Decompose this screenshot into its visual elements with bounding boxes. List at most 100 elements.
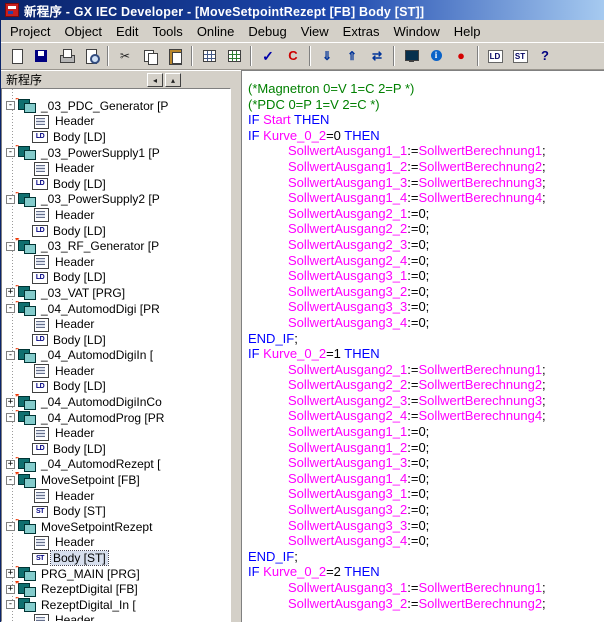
expand-icon[interactable]: + xyxy=(6,398,15,407)
tree-item-label: Body [LD] xyxy=(51,224,108,238)
collapse-icon[interactable]: - xyxy=(6,101,15,110)
tree-item[interactable]: STBody [ST] xyxy=(2,550,230,566)
collapse-icon[interactable]: - xyxy=(6,242,15,251)
tree-item[interactable]: -*_04_AutomodDigi [PR xyxy=(2,301,230,317)
tree-item[interactable]: -*_03_RF_Generator [P xyxy=(2,238,230,254)
code-line: SollwertAusgang1_4:=SollwertBerechnung4; xyxy=(248,190,604,206)
collapse-icon[interactable]: - xyxy=(6,351,15,360)
menu-debug[interactable]: Debug xyxy=(241,21,293,42)
expand-icon[interactable]: + xyxy=(6,288,15,297)
st-editor[interactable]: (*Magnetron 0=V 1=C 2=P *)(*PDC 0=P 1=V … xyxy=(241,70,604,622)
info-button[interactable] xyxy=(424,45,448,68)
tree-item[interactable]: Header xyxy=(2,488,230,504)
tree-item[interactable]: Header xyxy=(2,160,230,176)
new-button[interactable] xyxy=(4,45,28,68)
pou-icon: * xyxy=(18,240,36,253)
record-button[interactable] xyxy=(449,45,473,68)
panel-splitter[interactable] xyxy=(231,70,241,622)
code-identifier: SollwertAusgang1_2 xyxy=(288,440,407,455)
print-preview-button[interactable] xyxy=(79,45,103,68)
tree-item[interactable]: +*RezeptDigital [FB] xyxy=(2,581,230,597)
collapse-icon[interactable]: - xyxy=(6,600,15,609)
menu-window[interactable]: Window xyxy=(387,21,447,42)
menu-extras[interactable]: Extras xyxy=(336,21,387,42)
tree-item[interactable]: +*PRG_MAIN [PRG] xyxy=(2,566,230,582)
tree-item-label: _03_PDC_Generator [P xyxy=(39,99,170,113)
tree-item[interactable]: Header xyxy=(2,613,230,622)
project-panel-caption[interactable]: 新程序 ◂▴ xyxy=(1,70,231,88)
menu-view[interactable]: View xyxy=(294,21,336,42)
cut-button[interactable] xyxy=(113,45,137,68)
app-icon[interactable] xyxy=(5,3,19,17)
tree-item[interactable]: Header xyxy=(2,425,230,441)
tree-item[interactable]: Header xyxy=(2,535,230,551)
tree-item[interactable]: -*RezeptDigital_In [ xyxy=(2,597,230,613)
collapse-icon[interactable]: - xyxy=(6,195,15,204)
upload-button[interactable] xyxy=(340,45,364,68)
code-line: SollwertAusgang2_4:=0; xyxy=(248,253,604,269)
save-button[interactable] xyxy=(29,45,53,68)
grid-body-button[interactable] xyxy=(222,45,246,68)
copy-button[interactable] xyxy=(138,45,162,68)
help-button[interactable] xyxy=(533,45,557,68)
expand-icon[interactable]: + xyxy=(6,460,15,469)
tree-item[interactable]: Header xyxy=(2,254,230,270)
tree-item[interactable]: LDBody [LD] xyxy=(2,176,230,192)
tree-item[interactable]: -*_04_AutomodDigiIn [ xyxy=(2,348,230,364)
grid-header-button[interactable] xyxy=(197,45,221,68)
tree-item[interactable]: -*_03_PowerSupply1 [P xyxy=(2,145,230,161)
tree-item[interactable]: -*MoveSetpoint [FB] xyxy=(2,472,230,488)
print-button[interactable] xyxy=(54,45,78,68)
tree-item[interactable]: -*_03_PDC_Generator [P xyxy=(2,98,230,114)
menu-project[interactable]: Project xyxy=(3,21,57,42)
menu-online[interactable]: Online xyxy=(190,21,242,42)
transfer-button[interactable] xyxy=(365,45,389,68)
collapse-icon[interactable]: - xyxy=(6,413,15,422)
tree-item[interactable]: -*_04_AutomodProg [PR xyxy=(2,410,230,426)
menu-edit[interactable]: Edit xyxy=(109,21,145,42)
title-bar[interactable]: 新程序 - GX IEC Developer - [MoveSetpointRe… xyxy=(1,0,604,20)
pou-ld-button[interactable] xyxy=(483,45,507,68)
tree-item[interactable]: LDBody [LD] xyxy=(2,223,230,239)
tree-item[interactable]: +*_03_VAT [PRG] xyxy=(2,285,230,301)
tree-item[interactable]: LDBody [LD] xyxy=(2,379,230,395)
tree-item[interactable]: Header xyxy=(2,316,230,332)
tree-item[interactable]: LDBody [LD] xyxy=(2,332,230,348)
tree-item[interactable]: LDBody [LD] xyxy=(2,270,230,286)
tree-item[interactable]: LDBody [LD] xyxy=(2,441,230,457)
expand-icon[interactable]: + xyxy=(6,585,15,594)
dock-up-button[interactable]: ▴ xyxy=(165,73,181,87)
collapse-icon[interactable]: - xyxy=(6,522,15,531)
tree-item[interactable]: Header xyxy=(2,114,230,130)
monitor-button[interactable] xyxy=(399,45,423,68)
tree-item[interactable]: +*_04_AutomodRezept [ xyxy=(2,457,230,473)
paste-button[interactable] xyxy=(163,45,187,68)
body-ld-icon: LD xyxy=(32,443,48,455)
tree-item-label: Body [LD] xyxy=(51,177,108,191)
convert-button[interactable] xyxy=(281,45,305,68)
tree-item[interactable]: STBody [ST] xyxy=(2,503,230,519)
download-button[interactable] xyxy=(315,45,339,68)
tree-item[interactable]: +*_04_AutomodDigiInCo xyxy=(2,394,230,410)
code-identifier: SollwertAusgang2_2 xyxy=(288,221,407,236)
tree-item[interactable]: -*_03_PowerSupply2 [P xyxy=(2,192,230,208)
check-button[interactable] xyxy=(256,45,280,68)
dock-left-button[interactable]: ◂ xyxy=(147,73,163,87)
tree-item-label: Body [LD] xyxy=(51,270,108,284)
expand-icon[interactable]: + xyxy=(6,569,15,578)
collapse-icon[interactable]: - xyxy=(6,476,15,485)
tree-item[interactable]: LDBody [LD] xyxy=(2,129,230,145)
code-plain: := xyxy=(407,393,418,408)
tree-item[interactable]: -*MoveSetpointRezept xyxy=(2,519,230,535)
code-identifier: SollwertBerechnung1 xyxy=(418,143,542,158)
collapse-icon[interactable]: - xyxy=(6,148,15,157)
pou-st-button[interactable] xyxy=(508,45,532,68)
menu-tools[interactable]: Tools xyxy=(145,21,189,42)
menu-help[interactable]: Help xyxy=(447,21,488,42)
collapse-icon[interactable]: - xyxy=(6,304,15,313)
menu-object[interactable]: Object xyxy=(57,21,109,42)
modified-star-icon: * xyxy=(15,192,19,200)
tree-item[interactable]: Header xyxy=(2,363,230,379)
info-icon xyxy=(428,48,445,64)
tree-item[interactable]: Header xyxy=(2,207,230,223)
